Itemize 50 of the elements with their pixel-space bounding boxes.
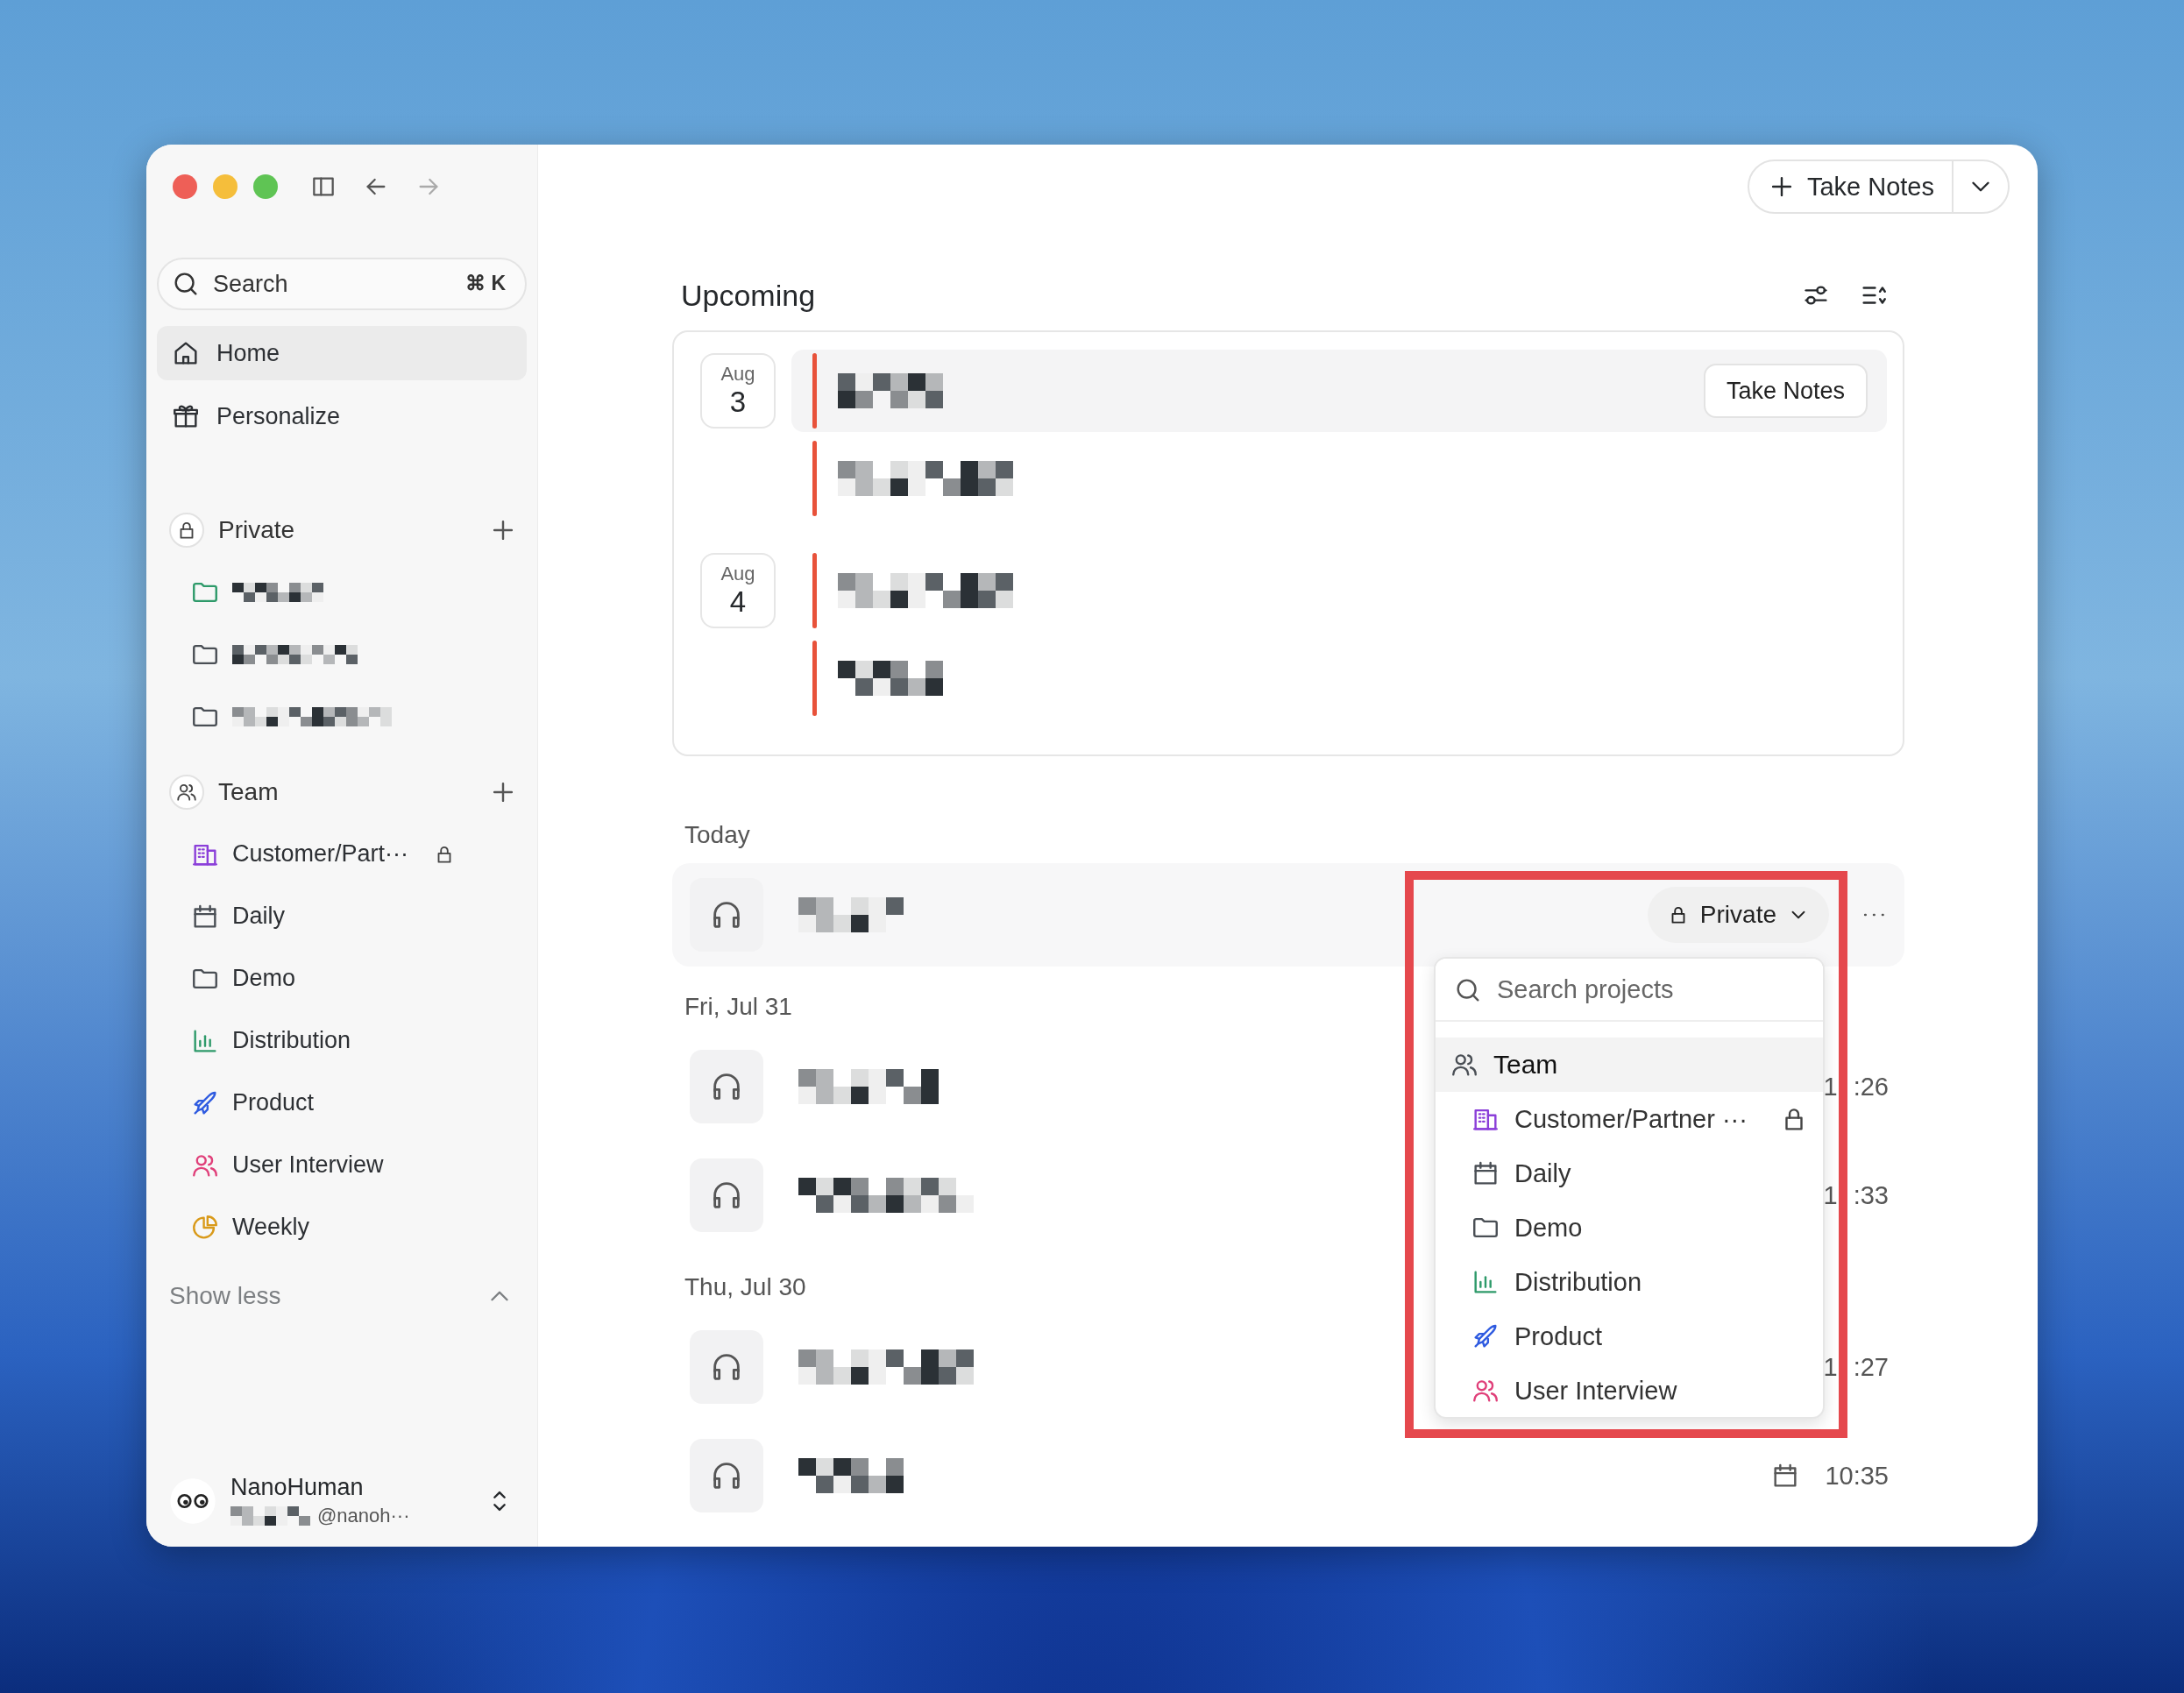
- section-title: Private: [218, 516, 296, 544]
- project-item[interactable]: Distribution: [157, 1009, 527, 1072]
- time-label: 1: [1823, 1180, 1838, 1210]
- take-notes-button[interactable]: Take Notes: [1703, 364, 1868, 418]
- date-badge: Aug 4: [700, 553, 776, 628]
- recording-row-highlight[interactable]: Private: [672, 863, 1904, 967]
- headphones-icon[interactable]: [690, 1330, 763, 1404]
- time-label: :27: [1853, 1352, 1889, 1382]
- section-title: Upcoming: [681, 278, 817, 313]
- time-label: 1: [1823, 1352, 1838, 1382]
- project-item[interactable]: Customer/Part···: [157, 823, 527, 885]
- nav-item[interactable]: Home: [157, 326, 527, 380]
- menu-item[interactable]: Customer/Partner ···: [1436, 1092, 1823, 1146]
- avatar-icon: [169, 1477, 216, 1525]
- close-window-button[interactable]: [173, 174, 197, 199]
- project-item[interactable]: Demo: [157, 947, 527, 1009]
- take-notes-split-button[interactable]: Take Notes: [1747, 159, 2010, 214]
- time-label: :26: [1853, 1072, 1889, 1102]
- show-less-toggle[interactable]: Show less: [157, 1265, 527, 1327]
- headphones-icon[interactable]: [690, 878, 763, 952]
- section-title: Team: [218, 778, 280, 806]
- shortcut-hint: ⌘ K: [465, 272, 506, 295]
- headphones-icon[interactable]: [690, 1439, 763, 1512]
- date-badge: Aug 3: [700, 353, 776, 429]
- date-heading: Today: [684, 821, 750, 849]
- menu-item[interactable]: Daily: [1436, 1146, 1823, 1201]
- menu-item[interactable]: Distribution: [1436, 1255, 1823, 1309]
- time-label: :33: [1853, 1180, 1889, 1210]
- menu-item[interactable]: User Interview: [1436, 1364, 1823, 1417]
- people-icon: [169, 775, 204, 810]
- time-label: 10:35: [1825, 1461, 1889, 1491]
- user-email: @nanoh···: [317, 1505, 410, 1527]
- project-item[interactable]: Daily: [157, 885, 527, 947]
- project-item[interactable]: Weekly: [157, 1196, 527, 1258]
- menu-item[interactable]: Product: [1436, 1309, 1823, 1364]
- nav-item[interactable]: Personalize: [157, 389, 527, 443]
- menu-item[interactable]: Team: [1436, 1038, 1823, 1092]
- project-item[interactable]: User Interview: [157, 1134, 527, 1196]
- date-heading: Fri, Jul 31: [684, 993, 792, 1021]
- user-name: NanoHuman: [230, 1474, 365, 1501]
- menu-item[interactable]: Demo: [1436, 1201, 1823, 1255]
- date-heading: Thu, Jul 30: [684, 1273, 806, 1301]
- search-field[interactable]: Search projects: [1436, 959, 1823, 1022]
- time-label: 1: [1823, 1072, 1838, 1102]
- project-dropdown[interactable]: Private: [1647, 887, 1829, 943]
- headphones-icon[interactable]: [690, 1158, 763, 1232]
- headphones-icon[interactable]: [690, 1050, 763, 1123]
- lock-icon: [169, 513, 204, 548]
- event-row-highlight[interactable]: Take Notes: [791, 350, 1887, 432]
- project-item[interactable]: Product: [157, 1072, 527, 1134]
